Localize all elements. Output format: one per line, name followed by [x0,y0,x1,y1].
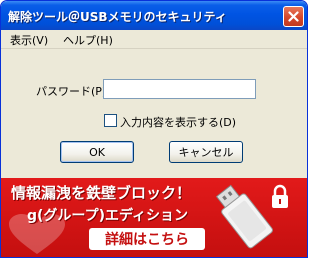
dialog-window: 解除ツール＠USBメモリのセキュリティ 表示(V) ヘルプ(H) パスワード(P… [0,0,308,258]
ok-button[interactable]: OK [60,141,134,163]
title-bar[interactable]: 解除ツール＠USBメモリのセキュリティ [1,1,307,30]
close-icon [288,11,299,22]
password-label: パスワード(P) [36,85,107,98]
password-input[interactable] [103,79,256,99]
menu-bar: 表示(V) ヘルプ(H) [1,30,307,49]
menu-view[interactable]: 表示(V) [10,32,48,48]
details-link-label: 詳細はこちら [105,232,189,248]
padlock-icon [272,184,288,208]
close-button[interactable] [283,6,304,27]
show-input-label[interactable]: 入力内容を表示する(D) [120,114,236,130]
promo-banner[interactable]: 情報漏洩を鉄壁ブロック！ g(グループ)エディション 詳細はこちら [1,178,307,257]
cancel-button[interactable]: キャンセル [169,141,243,163]
show-input-checkbox[interactable] [104,114,117,127]
banner-edition: g(グループ)エディション [27,208,188,224]
cancel-button-label: キャンセル [178,146,234,159]
menu-help[interactable]: ヘルプ(H) [63,32,113,48]
banner-headline: 情報漏洩を鉄壁ブロック！ [11,184,192,202]
window-title: 解除ツール＠USBメモリのセキュリティ [8,10,227,24]
usb-stick-icon [215,184,273,249]
ok-button-label: OK [89,145,105,159]
details-link[interactable]: 詳細はこちら [89,228,205,250]
